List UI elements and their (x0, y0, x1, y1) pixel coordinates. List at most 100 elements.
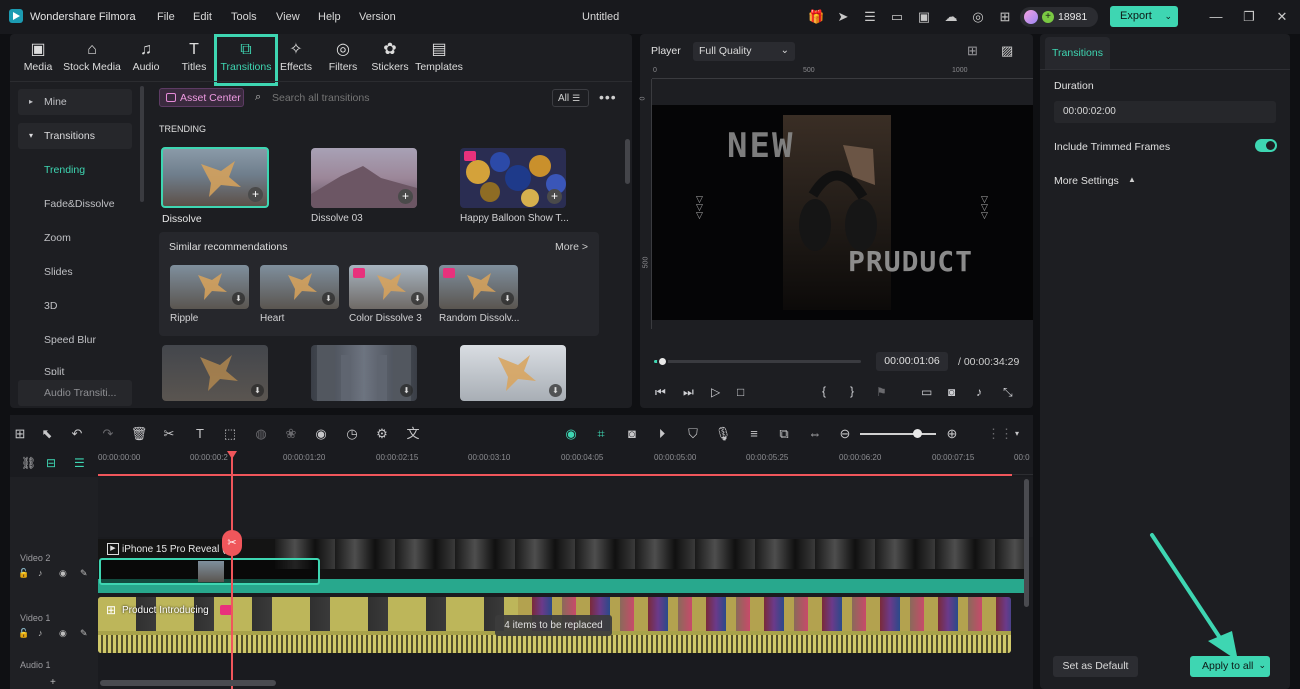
sidebar-item-fade-dissolve[interactable]: Fade&Dissolve (18, 191, 132, 217)
sidebar-item-mine[interactable]: ▸ Mine (18, 89, 132, 115)
add-icon[interactable]: + (547, 189, 562, 204)
playhead[interactable] (231, 451, 233, 689)
horizontal-scrollbar[interactable] (100, 680, 276, 686)
playback-progress-bar[interactable] (654, 356, 861, 367)
minimize-icon[interactable]: — (1208, 9, 1224, 25)
layout-icon[interactable]: ⊞ (11, 425, 29, 443)
menu-help[interactable]: Help (318, 11, 341, 23)
screenshot-icon[interactable]: ◙ (623, 425, 641, 443)
quality-dropdown[interactable]: Full Quality ⌄ (693, 42, 795, 61)
sidebar-scrollbar[interactable] (140, 86, 144, 202)
track-manager-icon[interactable]: ☰ (74, 456, 85, 470)
timer-icon[interactable]: ◷ (343, 425, 361, 443)
tab-filters[interactable]: ◎ Filters (326, 39, 360, 81)
sidebar-item-audio-transitions[interactable]: Audio Transiti... (18, 380, 132, 406)
menu-file[interactable]: File (157, 11, 175, 23)
tab-stock-media[interactable]: ⌂ Stock Media (62, 39, 122, 81)
close-icon[interactable]: ✕ (1274, 9, 1290, 25)
magic-icon[interactable]: ✎ (80, 568, 88, 579)
replace-icon[interactable]: ⧉ (775, 425, 793, 443)
display-icon[interactable]: ▭ (921, 385, 932, 399)
more-settings-label[interactable]: More Settings (1054, 175, 1119, 187)
mark-out-icon[interactable]: } (850, 384, 854, 398)
thumb-heart[interactable]: ⬇ (260, 265, 339, 309)
zoom-in-icon[interactable]: ⊕ (943, 425, 961, 443)
shield-icon[interactable]: ⛉ (684, 425, 702, 443)
add-track-icon[interactable]: ⊟ (46, 456, 56, 470)
export-button[interactable]: Export ⌄ (1110, 6, 1178, 27)
video-canvas[interactable]: NEW PRUDUCT ▽ ▽ ▽ ▽ ▽ ▽ (652, 105, 1033, 320)
sidebar-item-trending[interactable]: Trending (18, 157, 132, 183)
transition-selection[interactable] (99, 558, 320, 585)
tab-media[interactable]: ▣ Media (20, 39, 56, 81)
cut-icon[interactable]: ✂ (160, 425, 178, 443)
search-input[interactable] (272, 89, 542, 107)
download-icon[interactable]: ⬇ (549, 384, 562, 397)
chevron-down-icon[interactable]: ▾ (1008, 425, 1026, 443)
more-options-icon[interactable]: ••• (599, 89, 617, 105)
menu-tools[interactable]: Tools (231, 11, 257, 23)
vertical-scrollbar[interactable] (1024, 479, 1029, 607)
save-icon[interactable]: ▣ (916, 9, 932, 25)
menu-edit[interactable]: Edit (193, 11, 212, 23)
asset-center-button[interactable]: Asset Center (159, 88, 244, 107)
thumb-happy-balloon[interactable]: + (460, 148, 566, 208)
tasks-icon[interactable]: ☰ (862, 9, 878, 25)
add-icon[interactable]: + (248, 187, 263, 202)
magic-icon[interactable]: ✎ (80, 628, 88, 639)
send-icon[interactable]: ➤ (835, 9, 851, 25)
duration-field[interactable]: 00:00:02:00 (1054, 101, 1276, 123)
menu-version[interactable]: Version (359, 11, 396, 23)
select-tool-icon[interactable]: ⬉ (38, 425, 56, 443)
media-icon[interactable]: ▭ (889, 9, 905, 25)
thumb-row3-2[interactable]: ⬇ (311, 345, 417, 401)
thumb-dissolve[interactable]: + (161, 147, 269, 208)
thumb-row3-1[interactable]: ⬇ (162, 345, 268, 401)
tab-transitions-properties[interactable]: Transitions (1045, 37, 1110, 69)
fullscreen-icon[interactable]: ⤡ (1003, 385, 1013, 400)
download-icon[interactable]: ⬇ (501, 292, 514, 305)
volume-icon[interactable]: ♪ (38, 628, 43, 638)
cloud-icon[interactable]: ☁ (943, 9, 959, 25)
gift-icon[interactable]: 🎁 (808, 9, 824, 25)
filter-dropdown[interactable]: All ☰ (552, 89, 589, 107)
download-icon[interactable]: ⬇ (411, 292, 424, 305)
add-audio-track-icon[interactable]: + (50, 677, 56, 688)
subtitle-icon[interactable]: ≡ (745, 425, 763, 443)
tab-audio[interactable]: ♫ Audio (130, 39, 162, 81)
marker-icon[interactable]: ⚑ (876, 385, 887, 399)
lock-icon[interactable]: 🔓 (18, 568, 29, 579)
zoom-slider-handle[interactable] (913, 429, 922, 438)
text-icon[interactable]: T (191, 425, 209, 443)
snapshot-image-icon[interactable]: ▨ (1001, 43, 1013, 59)
link-icon[interactable]: ⛓ (21, 456, 36, 470)
tab-transitions[interactable]: ⧉ Transitions (214, 34, 278, 86)
tab-stickers[interactable]: ✿ Stickers (370, 39, 410, 81)
browser-scrollbar[interactable] (625, 139, 630, 184)
sidebar-item-speed-blur[interactable]: Speed Blur (18, 327, 132, 353)
tab-effects[interactable]: ✧ Effects (278, 39, 314, 81)
play-icon[interactable]: ▷ (711, 385, 720, 399)
eye-icon[interactable]: ◉ (59, 628, 67, 639)
credits-badge[interactable]: + 18981 (1020, 7, 1098, 27)
thumb-color-dissolve-3[interactable]: ⬇ (349, 265, 428, 309)
download-icon[interactable]: ⬇ (400, 384, 413, 397)
sidebar-item-zoom[interactable]: Zoom (18, 225, 132, 251)
sidebar-item-transitions[interactable]: ▾ Transitions (18, 123, 132, 149)
sidebar-item-3d[interactable]: 3D (18, 293, 132, 319)
download-icon[interactable]: ⬇ (232, 292, 245, 305)
similar-more-link[interactable]: More > (555, 241, 588, 253)
set-as-default-button[interactable]: Set as Default (1053, 656, 1138, 677)
volume-icon[interactable]: ♪ (976, 385, 982, 399)
mask-icon[interactable]: ◍ (252, 425, 270, 443)
time-ruler[interactable]: 00:00:00:00 00:00:00:2 00:00:01:20 00:00… (98, 451, 1033, 475)
mark-in-icon[interactable]: { (822, 384, 826, 398)
split-marker[interactable]: ✂ (222, 530, 242, 556)
microphone-icon[interactable]: 🎙 (714, 425, 732, 443)
add-icon[interactable]: + (398, 189, 413, 204)
next-frame-icon[interactable]: ⏭ (683, 385, 694, 400)
tab-titles[interactable]: T Titles (178, 39, 210, 81)
grid-icon[interactable]: ⊞ (997, 9, 1013, 25)
grid-layout-icon[interactable]: ⊞ (967, 43, 978, 59)
sidebar-item-slides[interactable]: Slides (18, 259, 132, 285)
